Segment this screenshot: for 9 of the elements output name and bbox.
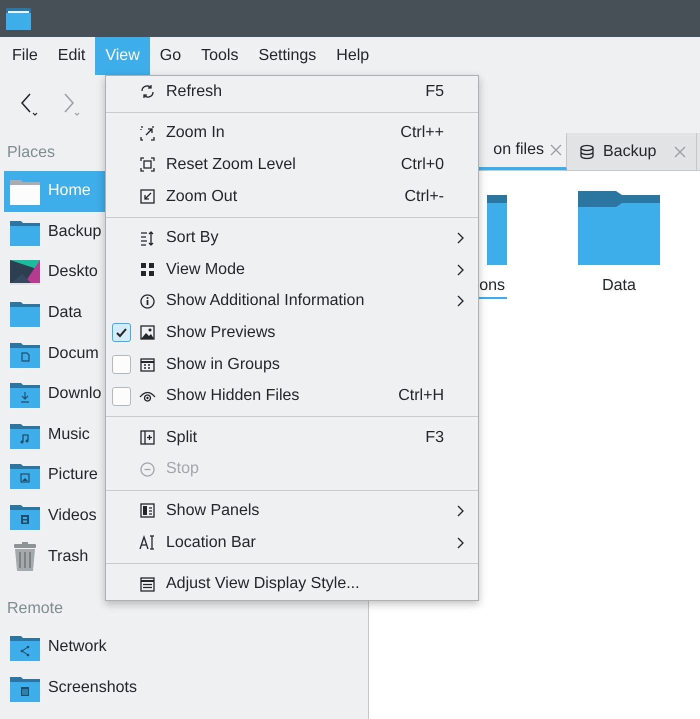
section-heading: Remote: [6, 598, 64, 619]
shortcut-label: Ctrl+H: [398, 387, 444, 406]
shortcut-label: Ctrl+0: [400, 156, 444, 174]
shortcut-label: Ctrl+-: [404, 188, 444, 206]
file-name: Data: [601, 277, 637, 296]
shortcut-label: F3: [425, 428, 444, 447]
section-heading: Places: [6, 143, 56, 163]
shortcut-label: F5: [425, 82, 444, 101]
shortcut-label: Ctrl++: [400, 124, 444, 142]
